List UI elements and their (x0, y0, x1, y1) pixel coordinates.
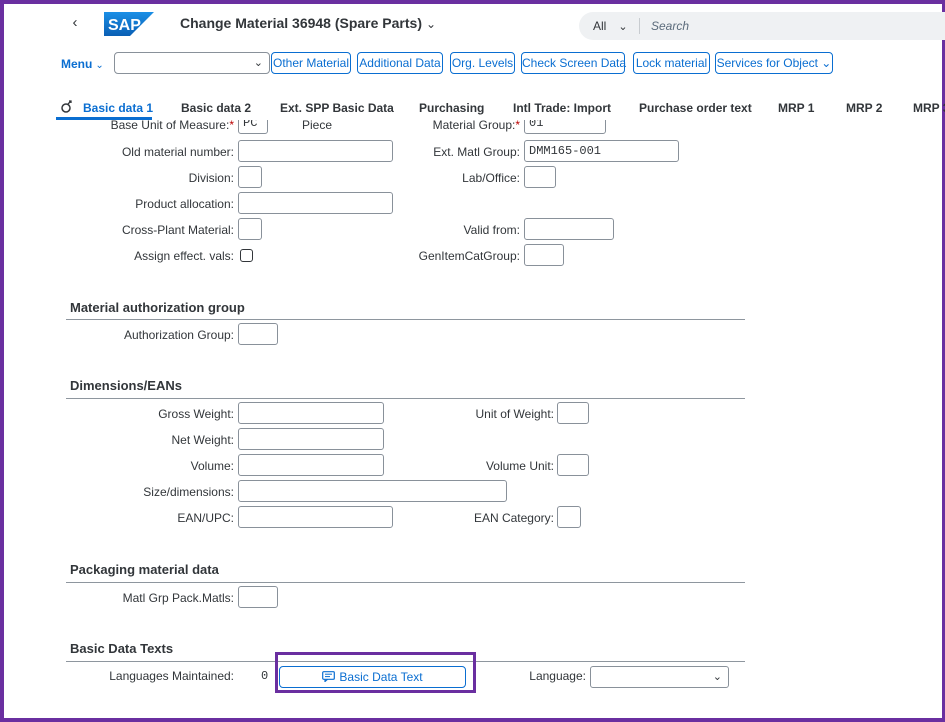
material-group-label: Material Group:* (432, 120, 520, 132)
gen-item-cat-group-label: GenItemCatGroup: (418, 249, 520, 263)
size-dimensions-field[interactable] (238, 480, 507, 502)
gross-weight-field[interactable] (238, 402, 384, 424)
shell-bar: ‹ SAP Change Material 36948 (Spare Parts… (4, 4, 945, 42)
valid-from-field[interactable] (524, 218, 614, 240)
basic-data-texts-section-title: Basic Data Texts (70, 641, 174, 656)
language-chevron-down-icon: ⌄ (712, 671, 722, 683)
tab-intl-trade-import[interactable]: Intl Trade: Import (513, 101, 611, 115)
ext-matl-group-field[interactable]: DMM165-001 (524, 140, 679, 162)
base-uom-field[interactable]: PC (238, 120, 268, 134)
volume-unit-field[interactable] (557, 454, 589, 476)
sap-logo-icon[interactable]: SAP (104, 12, 154, 36)
search-scope-chevron-icon: ⌄ (618, 21, 628, 33)
size-dimensions-label: Size/dimensions: (143, 485, 234, 499)
search-scope-select[interactable]: All ⌄ (593, 19, 628, 33)
material-group-field[interactable]: 01 (524, 120, 606, 134)
page-title-text: Change Material 36948 (Spare Parts) (180, 15, 422, 31)
toolbar: Menu ⌄ ⌄ Other Material Additional Data O… (4, 42, 942, 86)
authorization-group-field[interactable] (238, 323, 278, 345)
division-label: Division: (188, 171, 234, 185)
ean-category-label: EAN Category: (473, 511, 554, 525)
other-material-button[interactable]: Other Material (271, 52, 351, 74)
tab-ext-spp-basic-data[interactable]: Ext. SPP Basic Data (280, 101, 394, 115)
section-divider (66, 582, 745, 583)
section-divider (66, 398, 745, 399)
services-for-object-button[interactable]: Services for Object ⌄ (715, 52, 833, 74)
dimensions-section-title: Dimensions/EANs (70, 378, 182, 393)
section-divider (66, 319, 745, 320)
auth-section-title: Material authorization group (70, 300, 245, 315)
command-select-chevron-icon: ⌄ (253, 57, 263, 69)
authorization-group-label: Authorization Group: (123, 328, 234, 342)
required-marker: * (515, 120, 520, 132)
cross-plant-material-field[interactable] (238, 218, 262, 240)
form-content: Base Unit of Measure:* PC Piece Material… (4, 120, 942, 718)
old-material-number-field[interactable] (238, 140, 393, 162)
ean-category-field[interactable] (557, 506, 581, 528)
languages-maintained-value: 0 (261, 669, 269, 683)
volume-unit-label: Volume Unit: (485, 459, 554, 473)
tab-bar: Basic data 1 Basic data 2 Ext. SPP Basic… (4, 96, 945, 120)
old-material-number-label: Old material number: (121, 145, 234, 159)
cross-plant-material-label: Cross-Plant Material: (121, 223, 234, 237)
org-levels-button[interactable]: Org. Levels (450, 52, 515, 74)
matl-grp-pack-matls-label: Matl Grp Pack.Matls: (122, 591, 234, 605)
lab-office-field[interactable] (524, 166, 556, 188)
assign-effect-vals-label: Assign effect. vals: (134, 249, 234, 263)
page-title[interactable]: Change Material 36948 (Spare Parts) ⌄ (180, 15, 436, 31)
base-uom-label: Base Unit of Measure:* (110, 120, 234, 132)
valid-from-label: Valid from: (463, 223, 520, 237)
division-field[interactable] (238, 166, 262, 188)
languages-maintained-label: Languages Maintained: (109, 669, 234, 683)
product-allocation-label: Product allocation: (135, 197, 234, 211)
check-screen-data-button[interactable]: Check Screen Data (521, 52, 626, 74)
menu-chevron-down-icon: ⌄ (95, 60, 104, 71)
sap-logo-text: SAP (108, 17, 141, 34)
ean-upc-field[interactable] (238, 506, 393, 528)
tab-mrp-3[interactable]: MRP 3 (913, 101, 945, 115)
ean-upc-label: EAN/UPC: (177, 511, 234, 525)
tab-basic-data-2[interactable]: Basic data 2 (181, 101, 251, 115)
gen-item-cat-group-field[interactable] (524, 244, 564, 266)
net-weight-label: Net Weight: (171, 433, 234, 447)
command-select[interactable]: ⌄ (114, 52, 270, 74)
lock-material-button[interactable]: Lock material (633, 52, 710, 74)
search-input[interactable]: Search (651, 19, 689, 33)
tab-purchase-order-text[interactable]: Purchase order text (639, 101, 752, 115)
volume-label: Volume: (190, 459, 234, 473)
base-uom-text: Piece (302, 120, 333, 132)
search-field[interactable]: All ⌄ Search (579, 12, 945, 40)
packaging-section-title: Packaging material data (70, 562, 219, 577)
required-marker: * (229, 120, 234, 132)
material-icon (61, 100, 72, 113)
tab-basic-data-1[interactable]: Basic data 1 (83, 101, 153, 115)
tab-purchasing[interactable]: Purchasing (419, 101, 484, 115)
unit-of-weight-label: Unit of Weight: (475, 407, 554, 421)
gross-weight-label: Gross Weight: (158, 407, 234, 421)
menu-label: Menu (61, 57, 93, 71)
lab-office-label: Lab/Office: (462, 171, 520, 185)
back-button[interactable]: ‹ (68, 15, 82, 31)
unit-of-weight-field[interactable] (557, 402, 589, 424)
additional-data-button[interactable]: Additional Data (357, 52, 443, 74)
product-allocation-field[interactable] (238, 192, 393, 214)
ext-matl-group-label: Ext. Matl Group: (433, 145, 520, 159)
language-label: Language: (529, 669, 586, 683)
assign-effect-vals-checkbox[interactable] (240, 249, 253, 262)
matl-grp-pack-matls-field[interactable] (238, 586, 278, 608)
tab-mrp-1[interactable]: MRP 1 (778, 101, 814, 115)
highlight-box (275, 652, 476, 693)
volume-field[interactable] (238, 454, 384, 476)
language-select[interactable]: ⌄ (590, 666, 729, 688)
menu-button[interactable]: Menu ⌄ (61, 57, 104, 71)
search-scope-label: All (593, 19, 607, 33)
search-divider (639, 18, 640, 34)
title-chevron-down-icon: ⌄ (426, 17, 437, 31)
net-weight-field[interactable] (238, 428, 384, 450)
tab-mrp-2[interactable]: MRP 2 (846, 101, 882, 115)
